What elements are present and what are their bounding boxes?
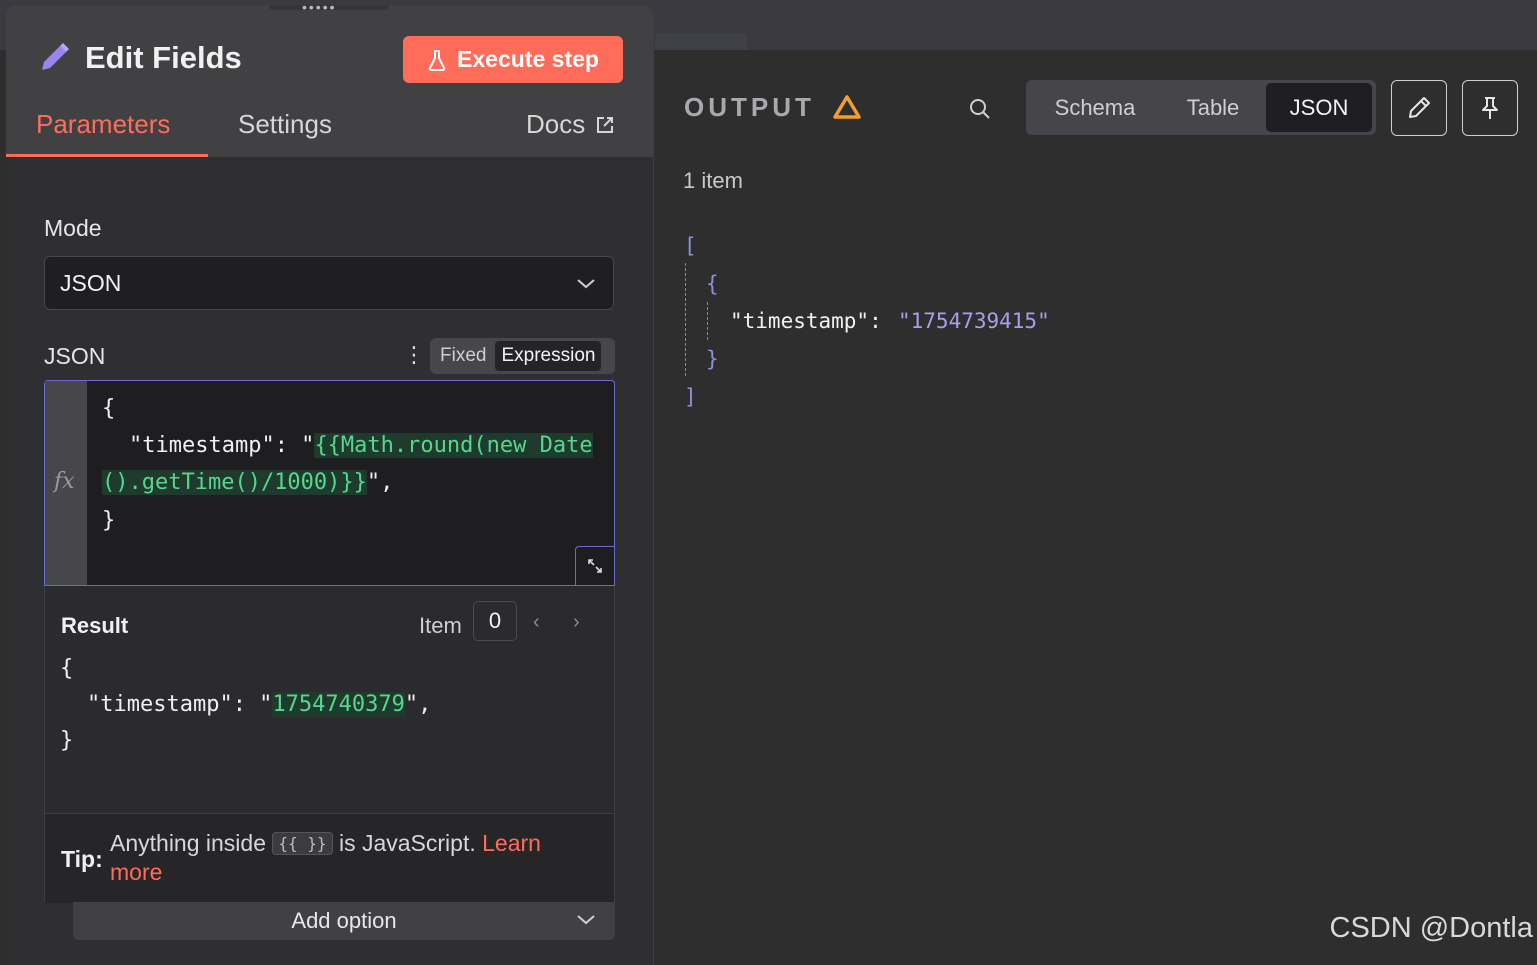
view-json-button[interactable]: JSON [1266, 83, 1372, 132]
code-key: "timestamp": " [129, 433, 315, 458]
json-close-object: } [706, 347, 719, 371]
toggle-expression[interactable]: Expression [495, 341, 602, 371]
pencil-outline-icon [1409, 97, 1430, 118]
next-item-icon[interactable]: › [573, 611, 580, 634]
pencil-icon [42, 43, 69, 70]
result-line-3: } [60, 728, 74, 753]
fx-icon: fx [54, 469, 75, 494]
fx-gutter: fx [45, 381, 87, 585]
mode-select[interactable]: JSON [44, 256, 614, 310]
result-value: 1754740379 [272, 692, 405, 717]
watermark: CSDN @Dontla [1329, 912, 1534, 944]
output-title: OUTPUT [684, 92, 815, 122]
pin-data-button[interactable] [1462, 80, 1518, 136]
drag-dots-icon: ••••• [302, 5, 337, 15]
prev-item-icon[interactable]: ‹ [533, 611, 540, 634]
code-expression-part1: {{Math.round(new Date [314, 433, 593, 458]
json-value: "1754739415" [898, 309, 1050, 333]
code-expression-part2: ().getTime()/1000)}} [102, 470, 367, 495]
chevron-down-icon [577, 279, 595, 289]
code-suffix: ", [366, 470, 394, 495]
json-open-object: { [706, 272, 719, 296]
code-line-3: ().getTime()/1000)}}", [102, 470, 393, 495]
json-key: "timestamp": [730, 309, 882, 333]
result-line-2: "timestamp": "1754740379", [87, 692, 431, 717]
external-link-icon [597, 116, 614, 133]
mode-label: Mode [44, 215, 102, 241]
result-suffix: ", [404, 692, 432, 717]
expand-icon [588, 559, 602, 573]
pin-icon [1482, 97, 1498, 119]
result-label: Result [61, 613, 129, 638]
result-preview: Result Item 0 ‹ › { "timestamp": "175474… [44, 586, 615, 903]
search-icon[interactable] [968, 97, 992, 121]
docs-label: Docs [526, 109, 586, 139]
add-option-label: Add option [291, 908, 397, 933]
item-count: 1 item [683, 168, 743, 193]
chevron-down-icon [577, 915, 595, 925]
expression-editor[interactable]: fx { "timestamp": "{{Math.round(new Date… [44, 380, 615, 586]
tip-area: Tip: Anything inside {{ }} is JavaScript… [45, 813, 614, 903]
tip-text-after: is JavaScript. [338, 830, 476, 856]
json-guide-inner [707, 302, 708, 340]
tip-label: Tip: [61, 846, 103, 872]
flask-icon [428, 49, 446, 71]
background-tab [655, 33, 747, 50]
warning-icon [833, 95, 861, 119]
fixed-expression-toggle: Fixed Expression [430, 338, 615, 374]
tip-code: {{ }} [272, 832, 333, 855]
view-switcher: Schema Table JSON [1026, 80, 1376, 135]
tip-text-before: Anything inside [110, 830, 266, 856]
code-line-1: { [102, 396, 116, 421]
tip-text: Anything inside {{ }} is JavaScript. Lea… [110, 829, 590, 887]
view-schema-button[interactable]: Schema [1036, 83, 1154, 132]
code-line-2: "timestamp": "{{Math.round(new Date [129, 433, 593, 458]
item-index-input[interactable]: 0 [473, 601, 517, 641]
mode-value: JSON [60, 269, 122, 296]
json-field-label: JSON [44, 343, 106, 369]
toggle-fixed[interactable]: Fixed [434, 341, 492, 371]
tab-docs[interactable]: Docs [526, 109, 615, 140]
item-label: Item [419, 613, 462, 638]
execute-step-button[interactable]: Execute step [403, 36, 623, 83]
result-key: "timestamp": " [87, 692, 273, 717]
view-table-button[interactable]: Table [1166, 83, 1260, 132]
edit-output-button[interactable] [1391, 80, 1447, 136]
active-tab-indicator [6, 154, 208, 157]
node-title: Edit Fields [85, 40, 242, 75]
execute-step-label: Execute step [457, 46, 599, 72]
json-guide-outer [685, 263, 686, 376]
expand-editor-button[interactable] [575, 546, 615, 586]
result-line-1: { [60, 656, 74, 681]
tab-settings[interactable]: Settings [238, 109, 332, 140]
tab-parameters[interactable]: Parameters [36, 109, 170, 140]
json-close-array: ] [684, 385, 697, 409]
add-option-button[interactable]: Add option [73, 902, 615, 940]
json-open-array: [ [684, 234, 697, 258]
node-parameters-panel: ••••• Edit Fields Execute step Parameter… [6, 5, 654, 965]
code-line-4: } [102, 508, 116, 533]
options-menu-icon[interactable]: ⋮ [403, 342, 425, 368]
